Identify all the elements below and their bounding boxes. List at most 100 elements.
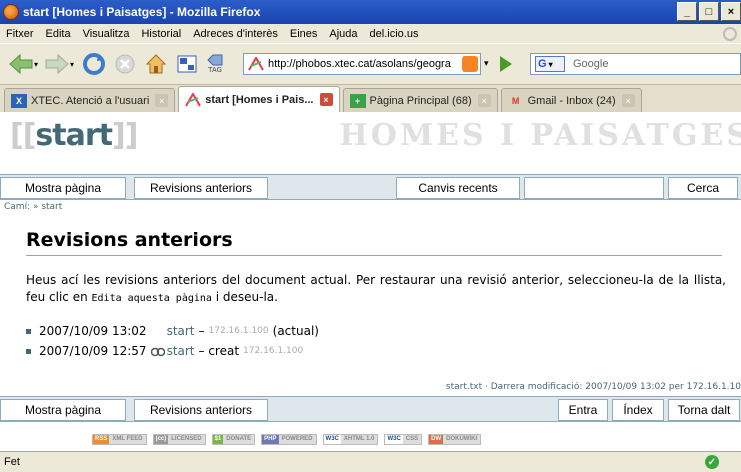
menu-bookmarks[interactable]: Adreces d'interès xyxy=(193,28,278,40)
intro-paragraph: Heus ací les revisions anteriors del doc… xyxy=(26,272,726,307)
xtec-icon: X xyxy=(11,93,27,108)
top-toolbar: Mostra pàgina Revisions anteriors Canvis… xyxy=(0,174,741,200)
dokuwiki-badge[interactable]: DW DOKUWIKI xyxy=(428,433,482,445)
url-field[interactable]: http://phobos.xtec.cat/asolans/geogra xyxy=(243,53,481,75)
index-button[interactable]: Índex xyxy=(612,399,664,421)
search-field[interactable]: G ▾ Google xyxy=(530,53,741,75)
tab-gmail[interactable]: M Gmail - Inbox (24) × xyxy=(500,88,642,112)
breadcrumb: Camí: » start xyxy=(4,202,63,212)
show-page-button[interactable]: Mostra pàgina xyxy=(0,177,126,199)
tab-xtec[interactable]: X XTEC. Atenció a l'usuari × xyxy=(4,88,176,112)
tab-pagina-principal[interactable]: + Pàgina Principal (68) × xyxy=(342,88,498,112)
heading-revisions: Revisions anteriors xyxy=(26,229,233,251)
badge-right: XML FEED xyxy=(109,434,146,444)
revision-separator: – xyxy=(198,324,205,338)
minimize-button[interactable]: _ xyxy=(677,2,697,21)
throbber-icon xyxy=(723,27,737,41)
list-item: 2007/10/09 13:02 start – 172.16.1.100 (a… xyxy=(26,324,319,338)
heading-divider xyxy=(26,255,722,256)
menu-file[interactable]: Fitxer xyxy=(6,28,34,40)
status-text: Fet xyxy=(4,456,20,468)
home-icon[interactable] xyxy=(144,52,168,76)
close-tab-icon[interactable]: × xyxy=(477,94,491,107)
close-tab-icon[interactable]: × xyxy=(621,94,635,107)
tab-label: start [Homes i Pais... xyxy=(205,93,314,106)
close-button[interactable]: × xyxy=(721,2,741,21)
site-name: HOMES I PAISATGES xyxy=(339,118,741,153)
menu-help[interactable]: Ajuda xyxy=(329,28,357,40)
xhtml-badge[interactable]: W3C XHTML 1.0 xyxy=(322,433,379,445)
tag-button[interactable]: TAG xyxy=(206,54,224,74)
diff-icon[interactable] xyxy=(150,346,165,357)
plus-icon: + xyxy=(349,93,366,108)
badge-right: DOKUWIKI xyxy=(443,434,481,444)
tab-label: XTEC. Atenció a l'usuari xyxy=(31,94,150,107)
tab-bar: X XTEC. Atenció a l'usuari × start [Home… xyxy=(0,84,741,112)
menu-view[interactable]: Visualitza xyxy=(83,28,130,40)
old-revisions-button[interactable]: Revisions anteriors xyxy=(134,177,268,199)
back-to-top-button[interactable]: Torna dalt xyxy=(668,399,740,421)
badge-left: W3C xyxy=(385,434,403,444)
bullet-icon xyxy=(26,328,31,334)
list-item: 2007/10/09 12:57 start – creat 172.16.1.… xyxy=(26,344,307,358)
menu-history[interactable]: Historial xyxy=(141,28,181,40)
tab-label: Gmail - Inbox (24) xyxy=(527,94,616,107)
reload-icon[interactable] xyxy=(82,52,106,76)
document-info: start.txt · Darrera modificació: 2007/10… xyxy=(445,382,741,392)
tab-start[interactable]: start [Homes i Pais... × xyxy=(178,86,340,112)
google-engine-icon[interactable]: G ▾ xyxy=(535,56,565,72)
url-history-dropdown-icon[interactable]: ▾ xyxy=(484,59,489,69)
donate-badge[interactable]: $1 DONATE xyxy=(211,433,256,445)
rss-badge[interactable]: RSS XML FEED xyxy=(92,433,147,445)
tag-label: TAG xyxy=(208,66,222,74)
old-revisions-button[interactable]: Revisions anteriors xyxy=(134,399,268,421)
maximize-button[interactable]: □ xyxy=(699,2,719,21)
show-page-button[interactable]: Mostra pàgina xyxy=(0,399,126,421)
close-tab-icon[interactable]: × xyxy=(319,93,333,106)
bookmarks-manager-icon[interactable] xyxy=(176,53,198,75)
revision-ip[interactable]: 172.16.1.100 xyxy=(243,346,303,356)
bullet-icon xyxy=(26,348,31,354)
go-button[interactable] xyxy=(500,56,512,72)
close-tab-icon[interactable]: × xyxy=(155,94,169,107)
revision-ip[interactable]: 172.16.1.100 xyxy=(209,326,269,336)
menu-delicious[interactable]: del.icio.us xyxy=(370,28,419,40)
php-badge[interactable]: PHP POWERED xyxy=(261,433,317,445)
badge-left: $1 xyxy=(212,434,224,444)
tab-label: Pàgina Principal (68) xyxy=(369,94,472,107)
badge-left: RSS xyxy=(93,434,110,444)
window-titlebar: start [Homes i Paisatges] - Mozilla Fire… xyxy=(0,0,741,24)
badge-right: XHTML 1.0 xyxy=(340,434,378,444)
css-badge[interactable]: W3C CSS xyxy=(384,433,423,445)
back-arrow-icon[interactable] xyxy=(8,53,34,75)
bottom-toolbar: Mostra pàgina Revisions anteriors Entra … xyxy=(0,396,741,422)
wiki-search-input[interactable] xyxy=(524,177,664,199)
rss-feed-icon[interactable] xyxy=(462,56,478,72)
search-button[interactable]: Cerca xyxy=(668,177,738,199)
firefox-icon xyxy=(3,4,19,20)
recent-changes-button[interactable]: Canvis recents xyxy=(396,177,520,199)
window-controls: _ □ × xyxy=(675,2,741,21)
stop-icon[interactable] xyxy=(114,53,136,75)
badge-left: (cc) xyxy=(153,434,169,444)
intro-text-end: i deseu-la. xyxy=(211,290,278,304)
status-bar: Fet ✓ xyxy=(0,451,741,472)
license-badge[interactable]: (cc) LICENSED xyxy=(152,433,206,445)
revision-date: 2007/10/09 13:02 xyxy=(39,324,147,338)
forward-dropdown-icon[interactable]: ▾ xyxy=(70,60,74,69)
site-favicon xyxy=(248,57,264,71)
menu-edit[interactable]: Edita xyxy=(46,28,71,40)
dokuwiki-icon xyxy=(185,92,202,107)
engine-dropdown-icon: ▾ xyxy=(548,59,553,69)
forward-arrow-icon[interactable] xyxy=(44,53,70,75)
menu-tools[interactable]: Eines xyxy=(290,28,318,40)
revision-separator: – creat xyxy=(198,344,240,358)
revision-link[interactable]: start xyxy=(167,344,195,358)
search-placeholder: Google xyxy=(573,58,609,70)
login-button[interactable]: Entra xyxy=(558,399,608,421)
title-bracket-close: ]] xyxy=(112,118,138,153)
revision-link[interactable]: start xyxy=(167,324,195,338)
back-dropdown-icon[interactable]: ▾ xyxy=(34,60,38,69)
page-title-link[interactable]: [[start]] xyxy=(10,118,138,153)
badge-right: DONATE xyxy=(223,434,255,444)
